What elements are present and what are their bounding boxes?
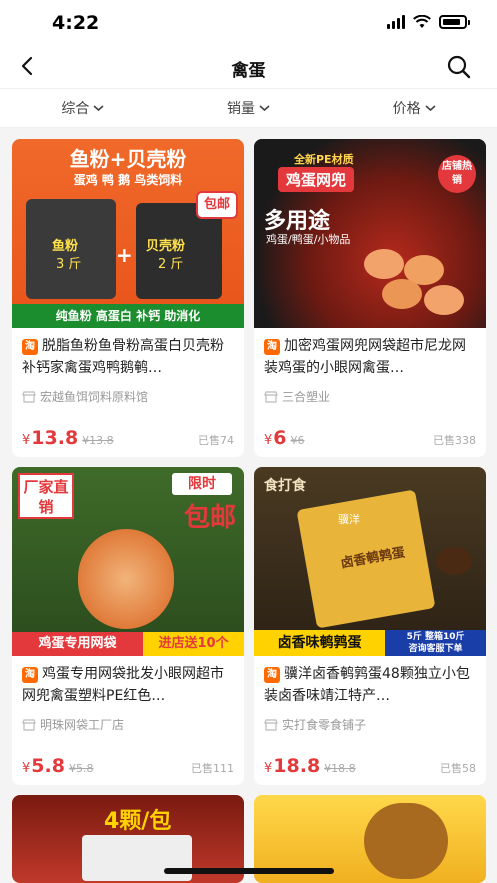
product-card[interactable]: 食打食 骥洋 卤香鹌鹑蛋 卤香味鹌鹑蛋 5斤 整箱10斤 咨询客服下单 淘骥洋卤… [254,467,486,785]
filter-bar: 综合 销量 价格 [0,88,497,128]
original-price: ¥5.8 [68,762,94,775]
shop-name[interactable]: 宏越鱼饵饲料原料馆 [22,388,148,405]
status-icons [387,15,470,29]
price: 6 [273,427,287,449]
product-card[interactable]: 全新PE材质 鸡蛋网兜 店铺热销 多用途 鸡蛋/鸭蛋/小物品 淘加密鸡蛋网兜网袋… [254,139,486,457]
price-row: ¥ 18.8 ¥18.8 已售58 [264,755,476,777]
shop-icon [264,718,278,731]
image-text: 鱼粉 [52,239,79,254]
product-title: 淘加密鸡蛋网兜网袋超市尼龙网装鸡蛋的小眼网禽蛋… [264,335,478,379]
wifi-icon [413,15,431,28]
product-title: 淘脱脂鱼粉鱼骨粉高蛋白贝壳粉补钙家禽蛋鸡鸭鹅鹌… [22,335,236,379]
currency-symbol: ¥ [22,761,31,776]
shop-name[interactable]: 三合塑业 [264,388,330,405]
nav-bar: 禽蛋 [0,44,497,88]
product-title: 淘鸡蛋专用网袋批发小眼网超市网兜禽蛋塑料PE红色… [22,663,236,707]
currency-symbol: ¥ [264,761,273,776]
price: 5.8 [31,755,65,777]
image-text: 全新PE材质 [294,153,354,166]
product-title-text: 骥洋卤香鹌鹑蛋48颗独立小包装卤香味靖江特产… [264,666,470,704]
product-image: 厂家直销 限时 包邮 鸡蛋专用网袋 进店送10个 [12,467,244,656]
product-title-text: 加密鸡蛋网兜网袋超市尼龙网装鸡蛋的小眼网禽蛋… [264,338,466,376]
price-row: ¥ 6 ¥6 已售338 [264,427,476,449]
home-indicator [164,868,334,874]
image-text: 卤香味鹌鹑蛋 [254,630,386,656]
image-text: 鸡蛋网兜 [278,167,355,192]
original-price: ¥13.8 [82,434,114,447]
price-row: ¥ 13.8 ¥13.8 已售74 [22,427,234,449]
filter-label: 价格 [392,101,421,117]
sold-count: 已售111 [191,762,234,775]
signal-icon [387,15,405,29]
sold-count: 已售338 [433,434,476,447]
product-title: 淘骥洋卤香鹌鹑蛋48颗独立小包装卤香味靖江特产… [264,663,478,707]
product-grid: 鱼粉+贝壳粉 蛋鸡 鸭 鹅 鸟类饲料 鱼粉 3 斤 + 贝壳粉 2 斤 包邮 纯… [12,139,486,883]
chevron-down-icon [93,105,104,112]
taobao-icon: 淘 [264,339,280,355]
filter-price[interactable]: 价格 [331,89,497,127]
price: 18.8 [273,755,321,777]
product-title-text: 脱脂鱼粉鱼骨粉高蛋白贝壳粉补钙家禽蛋鸡鸭鹅鹌… [22,338,224,376]
original-price: ¥6 [290,434,305,447]
search-icon[interactable] [445,53,473,81]
product-title-text: 鸡蛋专用网袋批发小眼网超市网兜禽蛋塑料PE红色… [22,666,224,704]
price-row: ¥ 5.8 ¥5.8 已售111 [22,755,234,777]
sold-count: 已售58 [440,762,476,775]
product-card[interactable]: 鱼粉+贝壳粉 蛋鸡 鸭 鹅 鸟类饲料 鱼粉 3 斤 + 贝壳粉 2 斤 包邮 纯… [12,139,244,457]
chevron-down-icon [259,105,270,112]
filter-comprehensive[interactable]: 综合 [0,89,166,127]
shop-icon [22,718,36,731]
product-card[interactable]: 厂家直销 限时 包邮 鸡蛋专用网袋 进店送10个 淘鸡蛋专用网袋批发小眼网超市网… [12,467,244,785]
image-text: 4颗/包 [104,809,172,834]
shop-label: 宏越鱼饵饲料原料馆 [40,390,149,404]
image-text: 包邮 [196,191,238,219]
image-text: 店铺热销 [438,155,476,193]
filter-label: 销量 [227,101,255,117]
shop-icon [264,390,278,403]
battery-icon [439,15,470,29]
price: 13.8 [31,427,79,449]
shop-label: 三合塑业 [282,390,331,404]
image-text: 5斤 整箱10斤 [406,632,465,642]
filter-label: 综合 [61,101,90,117]
image-text: 鱼粉+贝壳粉 [69,147,187,171]
sold-count: 已售74 [198,434,234,447]
image-text: 鸡蛋专用网袋 [12,632,144,656]
currency-symbol: ¥ [264,433,273,448]
image-text: 限时 [172,473,232,495]
taobao-icon: 淘 [22,667,38,683]
chevron-down-icon [425,105,436,112]
product-image: 食打食 骥洋 卤香鹌鹑蛋 卤香味鹌鹑蛋 5斤 整箱10斤 咨询客服下单 [254,467,486,656]
image-text: 纯鱼粉 高蛋白 补钙 助消化 [12,304,244,328]
image-text: 2 斤 [158,257,184,272]
filter-sales[interactable]: 销量 [166,89,332,127]
taobao-icon: 淘 [264,667,280,683]
image-text: 骥洋 [338,513,360,526]
image-text: 咨询客服下单 [408,644,463,654]
status-time: 4:22 [52,12,100,34]
shop-name[interactable]: 明珠网袋工厂店 [22,716,124,733]
status-bar: 4:22 [0,0,497,44]
image-text: 食打食 [264,478,306,494]
currency-symbol: ¥ [22,433,31,448]
image-text: 蛋鸡 鸭 鹅 鸟类饲料 [73,173,183,187]
image-text: 包邮 [183,503,236,533]
page-title: 禽蛋 [231,61,266,81]
image-text: 厂家直销 [18,473,74,519]
shop-name[interactable]: 实打食零食铺子 [264,716,366,733]
shop-label: 明珠网袋工厂店 [40,718,125,732]
image-text: 贝壳粉 [146,239,186,254]
product-image: 鱼粉+贝壳粉 蛋鸡 鸭 鹅 鸟类饲料 鱼粉 3 斤 + 贝壳粉 2 斤 包邮 纯… [12,139,244,328]
taobao-icon: 淘 [22,339,38,355]
original-price: ¥18.8 [324,762,356,775]
product-image: 全新PE材质 鸡蛋网兜 店铺热销 多用途 鸡蛋/鸭蛋/小物品 [254,139,486,328]
shop-label: 实打食零食铺子 [282,718,367,732]
shop-icon [22,390,36,403]
image-text: 3 斤 [56,257,82,272]
image-text: 进店送10个 [143,632,244,656]
image-text: 鸡蛋/鸭蛋/小物品 [266,233,351,246]
